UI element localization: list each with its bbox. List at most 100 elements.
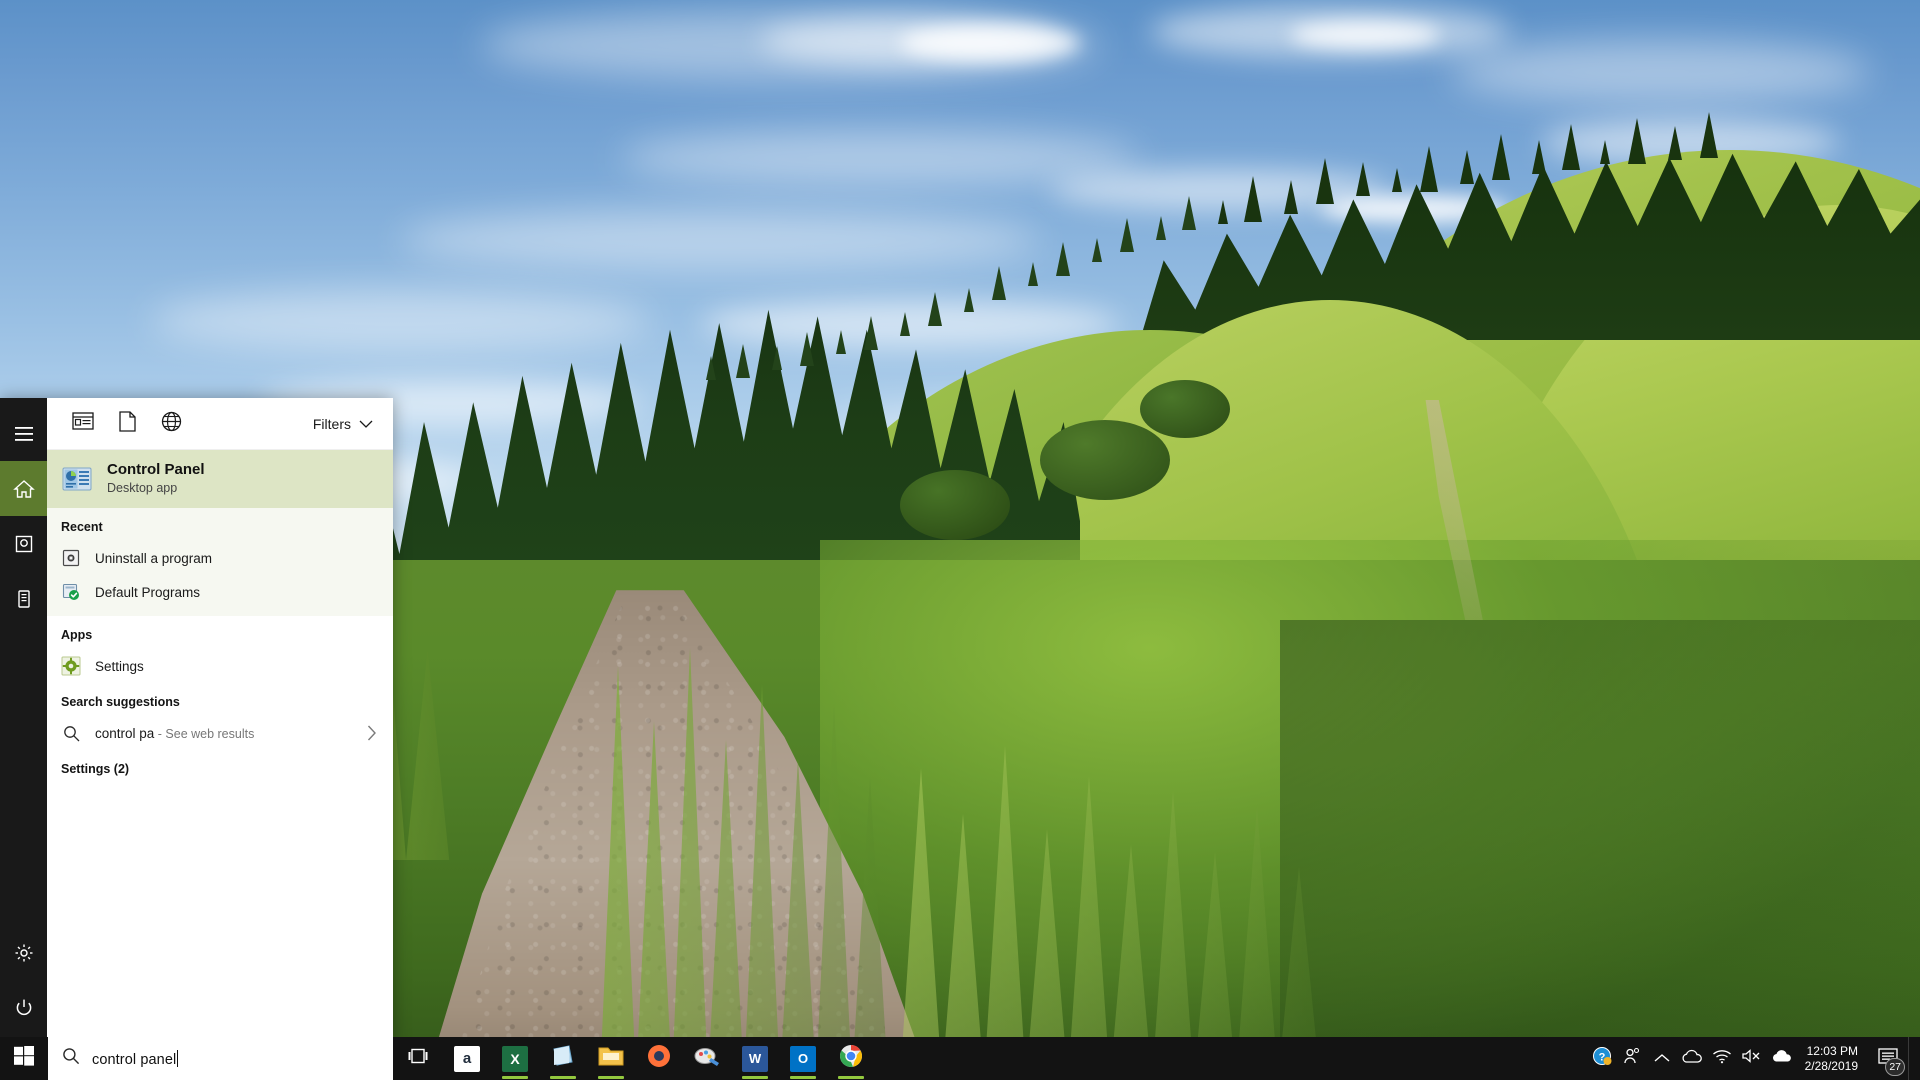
sidebar-item-documents[interactable] [0, 571, 47, 626]
outlook-icon: O [790, 1045, 816, 1072]
default-programs-icon [61, 582, 81, 602]
document-icon [118, 410, 136, 437]
search-panel-header: Filters [47, 398, 393, 450]
result-label: Uninstall a program [95, 550, 213, 566]
excel-icon: X [502, 1045, 528, 1072]
microsoft-store-icon [550, 1043, 576, 1074]
search-icon [62, 1047, 80, 1070]
taskbar: control panel a X W O ? 12:03 PM 2/28/20… [0, 1037, 1920, 1080]
cloud-icon [1681, 1049, 1703, 1069]
gear-icon [14, 943, 34, 963]
taskbar-app-chrome[interactable] [827, 1037, 875, 1080]
folder-icon [598, 1045, 624, 1072]
chevron-right-icon[interactable] [363, 725, 381, 741]
hamburger-icon [14, 426, 34, 442]
sidebar-item-power[interactable] [0, 980, 47, 1035]
taskbar-app-list: a X W O [443, 1037, 875, 1080]
sidebar-item-home[interactable] [0, 461, 47, 516]
help-circle-icon: ? [1592, 1046, 1612, 1071]
group-heading-apps: Apps [61, 628, 93, 642]
pictures-icon [14, 534, 34, 554]
group-settings-count: Settings (2) [47, 750, 393, 783]
uninstall-icon [61, 548, 81, 568]
suggestion-query: control pa [95, 725, 155, 741]
taskbar-search-box[interactable]: control panel [48, 1037, 393, 1080]
tray-onedrive-icon[interactable] [1677, 1037, 1707, 1080]
amazon-icon: a [454, 1045, 480, 1072]
start-search-panel: Filters Control Panel Desktop app Recent… [0, 398, 393, 1043]
group-heading-search-suggestions: Search suggestions [61, 695, 180, 709]
wifi-icon [1712, 1049, 1732, 1069]
search-nav-rail [0, 398, 47, 1043]
tray-volume-icon[interactable] [1737, 1037, 1767, 1080]
tray-network-icon[interactable] [1707, 1037, 1737, 1080]
result-uninstall-a-program[interactable]: Uninstall a program [47, 541, 393, 575]
system-tray: ? 12:03 PM 2/28/2019 27 [1587, 1037, 1920, 1080]
result-default-programs[interactable]: Default Programs [47, 575, 393, 616]
tray-people-icon[interactable] [1617, 1037, 1647, 1080]
group-search-suggestions: Search suggestions control pa - See web … [47, 683, 393, 750]
apps-window-icon [72, 412, 94, 435]
filter-web-button[interactable] [149, 402, 193, 446]
paint-icon [694, 1045, 720, 1072]
speaker-muted-icon [1741, 1048, 1763, 1069]
start-button[interactable] [0, 1037, 48, 1080]
group-recent: Recent Uninstall a program Default Progr… [47, 508, 393, 616]
taskbar-app-outlook[interactable]: O [779, 1037, 827, 1080]
group-heading-settings: Settings (2) [61, 762, 130, 776]
result-label: Settings [95, 658, 144, 674]
result-subtitle: Desktop app [107, 481, 178, 495]
tray-help-icon[interactable]: ? [1587, 1037, 1617, 1080]
result-label: Default Programs [95, 584, 201, 600]
settings-gear-icon [61, 656, 81, 676]
word-icon: W [742, 1045, 768, 1072]
people-icon [1623, 1047, 1641, 1070]
taskbar-app-amazon[interactable]: a [443, 1037, 491, 1080]
sidebar-item-settings[interactable] [0, 925, 47, 980]
taskbar-search-value: control panel [92, 1049, 179, 1068]
result-title: Control Panel [107, 461, 205, 478]
filters-button[interactable]: Filters [309, 411, 377, 437]
chevron-up-icon [1654, 1050, 1670, 1068]
group-apps: Apps Settings [47, 616, 393, 683]
chevron-down-icon [359, 416, 373, 432]
results-list: Control Panel Desktop app Recent Uninsta… [47, 450, 393, 1043]
taskbar-app-excel[interactable]: X [491, 1037, 539, 1080]
clock[interactable]: 12:03 PM 2/28/2019 [1797, 1037, 1868, 1080]
result-control-panel[interactable]: Control Panel Desktop app [47, 450, 393, 508]
tray-show-hidden-icons[interactable] [1647, 1037, 1677, 1080]
search-results-panel: Filters Control Panel Desktop app Recent… [47, 398, 393, 1043]
sidebar-item-pictures[interactable] [0, 516, 47, 571]
search-icon [61, 723, 81, 743]
suggestion-suffix: - See web results [154, 726, 255, 741]
filter-documents-button[interactable] [105, 402, 149, 446]
documents-icon [14, 589, 34, 609]
power-icon [14, 998, 34, 1018]
taskbar-app-microsoft-store[interactable] [539, 1037, 587, 1080]
control-panel-icon [61, 463, 93, 495]
taskbar-app-file-explorer[interactable] [587, 1037, 635, 1080]
clock-date: 2/28/2019 [1804, 1058, 1858, 1073]
hamburger-menu-button[interactable] [0, 406, 47, 461]
taskbar-app-firefox[interactable] [635, 1037, 683, 1080]
task-view-icon [407, 1047, 429, 1070]
group-heading-recent: Recent [61, 520, 103, 534]
globe-icon [161, 411, 182, 437]
notification-count-badge: 27 [1885, 1058, 1905, 1076]
taskbar-app-paint[interactable] [683, 1037, 731, 1080]
cloud-filled-icon [1771, 1049, 1793, 1068]
tray-cloud-sync-icon[interactable] [1767, 1037, 1797, 1080]
action-center-button[interactable]: 27 [1868, 1037, 1908, 1080]
firefox-icon [646, 1043, 672, 1074]
result-web-suggestion[interactable]: control pa - See web results [47, 716, 393, 750]
chrome-icon [838, 1043, 864, 1074]
taskbar-app-word[interactable]: W [731, 1037, 779, 1080]
result-settings[interactable]: Settings [47, 649, 393, 683]
task-view-button[interactable] [393, 1037, 443, 1080]
filter-apps-button[interactable] [61, 402, 105, 446]
clock-time: 12:03 PM [1806, 1043, 1858, 1058]
windows-logo-icon [14, 1046, 34, 1071]
show-desktop-button[interactable] [1908, 1037, 1916, 1080]
filters-label: Filters [312, 415, 351, 432]
search-value-text: control panel [92, 1051, 177, 1068]
